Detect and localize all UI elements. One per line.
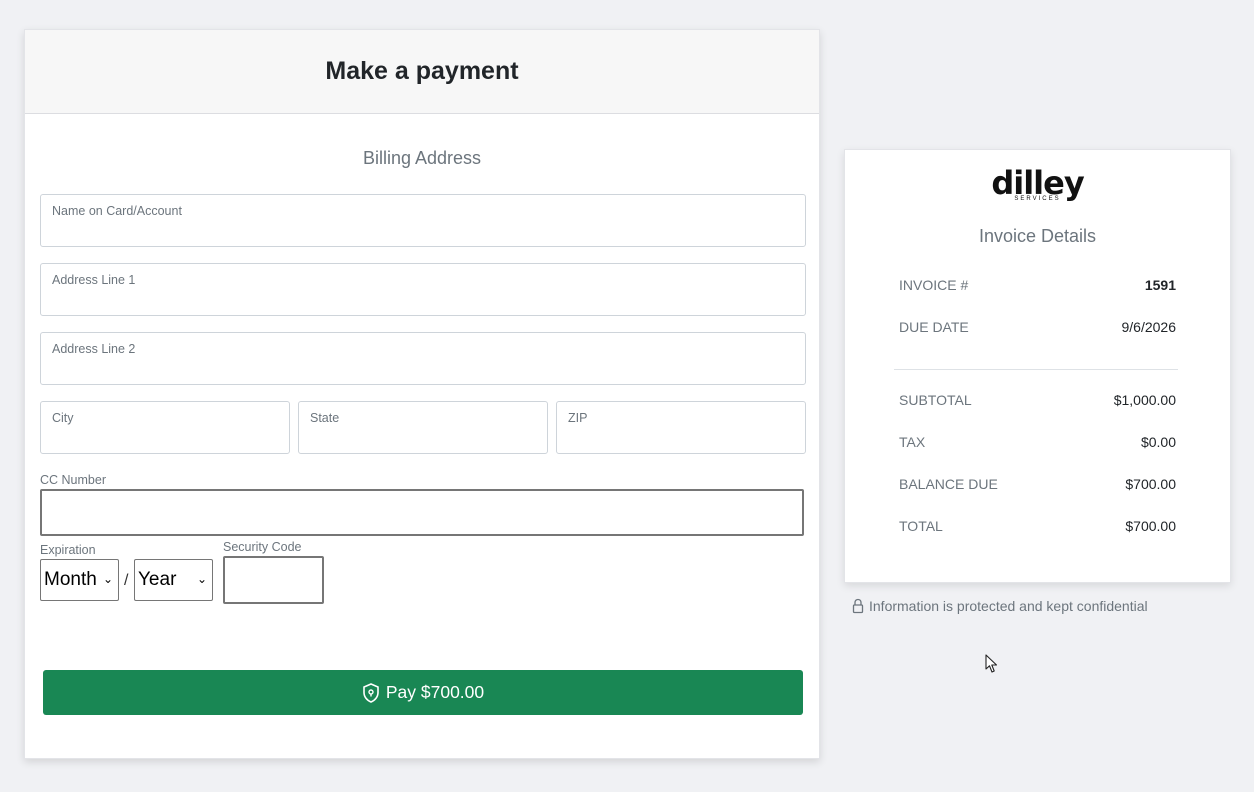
invoice-divider bbox=[894, 369, 1178, 370]
chevron-down-icon: ⌄ bbox=[196, 572, 207, 586]
invoice-card: dilley SERVICES Invoice Details INVOICE … bbox=[844, 149, 1231, 583]
cc-number-label: CC Number bbox=[40, 473, 106, 487]
month-selected-value: Month bbox=[44, 569, 97, 590]
year-selected-value: Year bbox=[138, 569, 177, 590]
chevron-down-icon: ⌄ bbox=[102, 572, 113, 586]
pay-button-label: Pay $700.00 bbox=[385, 682, 485, 702]
invoice-title: Invoice Details bbox=[978, 226, 1097, 246]
state-label: State bbox=[310, 411, 340, 425]
tax-label: TAX bbox=[899, 434, 926, 450]
expiration-year-select[interactable]: Year ⌄ bbox=[134, 559, 213, 601]
subtotal-label: SUBTOTAL bbox=[899, 392, 972, 408]
address-line-1-label: Address Line 1 bbox=[52, 273, 136, 287]
logo-wordmark: dilley bbox=[991, 164, 1084, 202]
shield-icon bbox=[363, 682, 379, 703]
due-date-label: DUE DATE bbox=[899, 319, 969, 335]
security-note-text: Information is protected and kept confid… bbox=[869, 598, 1148, 614]
payment-card: Make a payment Billing Address Name on C… bbox=[24, 29, 820, 759]
company-logo: dilley SERVICES bbox=[845, 164, 1230, 202]
invoice-row: SUBTOTAL $1,000.00 bbox=[899, 390, 1176, 410]
name-on-card-field[interactable]: Name on Card/Account bbox=[40, 194, 806, 247]
security-note: Information is protected and kept confid… bbox=[852, 598, 1148, 614]
invoice-number-value: 1591 bbox=[1144, 277, 1176, 293]
logo-subtitle: SERVICES bbox=[1014, 196, 1061, 202]
invoice-row: TAX $0.00 bbox=[899, 432, 1176, 452]
total-label: TOTAL bbox=[899, 518, 943, 534]
expiration-month-select[interactable]: Month ⌄ bbox=[40, 559, 119, 601]
invoice-row: INVOICE # 1591 bbox=[899, 275, 1176, 295]
invoice-row: BALANCE DUE $700.00 bbox=[899, 474, 1176, 494]
invoice-row: DUE DATE 9/6/2026 bbox=[899, 317, 1176, 337]
page-title: Make a payment bbox=[325, 57, 519, 85]
invoice-row: TOTAL $700.00 bbox=[899, 516, 1176, 536]
address-line-2-field[interactable]: Address Line 2 bbox=[40, 332, 806, 385]
expiration-separator: / bbox=[124, 572, 129, 589]
state-field[interactable]: State bbox=[298, 401, 548, 454]
zip-field[interactable]: ZIP bbox=[556, 401, 806, 454]
lock-icon bbox=[852, 598, 864, 614]
total-value: $700.00 bbox=[1125, 518, 1176, 534]
cc-number-input[interactable] bbox=[40, 489, 804, 536]
balance-due-value: $700.00 bbox=[1125, 476, 1176, 492]
invoice-number-label: INVOICE # bbox=[899, 277, 969, 293]
city-label: City bbox=[52, 411, 74, 425]
address-line-1-field[interactable]: Address Line 1 bbox=[40, 263, 806, 316]
billing-address-heading: Billing Address bbox=[362, 148, 482, 168]
tax-value: $0.00 bbox=[1140, 434, 1176, 450]
zip-label: ZIP bbox=[568, 411, 588, 425]
pay-button[interactable]: Pay $700.00 bbox=[43, 670, 803, 715]
expiration-label: Expiration bbox=[40, 543, 96, 557]
security-code-input[interactable] bbox=[223, 556, 324, 604]
payment-header: Make a payment bbox=[25, 30, 819, 114]
balance-due-label: BALANCE DUE bbox=[899, 476, 998, 492]
address-line-2-label: Address Line 2 bbox=[52, 342, 136, 356]
city-field[interactable]: City bbox=[40, 401, 290, 454]
subtotal-value: $1,000.00 bbox=[1113, 392, 1176, 408]
due-date-value: 9/6/2026 bbox=[1121, 319, 1177, 335]
security-code-label: Security Code bbox=[223, 540, 302, 554]
mouse-cursor-icon bbox=[985, 654, 998, 673]
name-on-card-label: Name on Card/Account bbox=[52, 204, 182, 218]
